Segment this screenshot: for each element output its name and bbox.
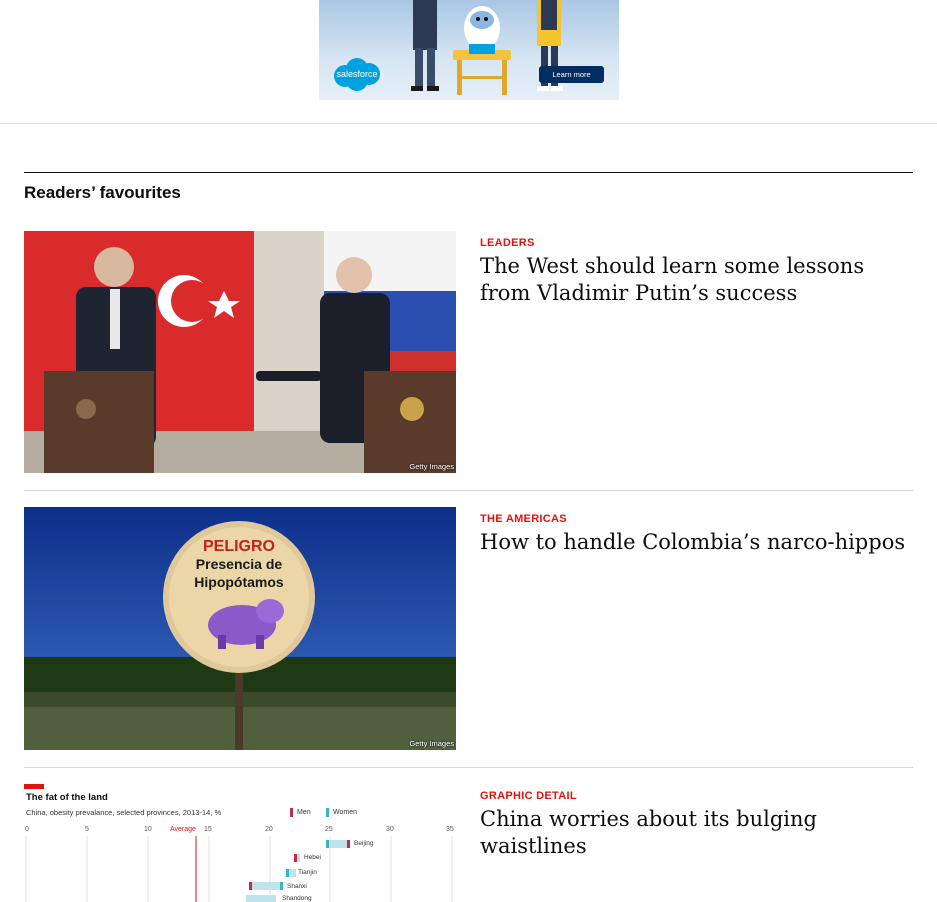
chart-tick: 0 (25, 826, 29, 833)
article-headline[interactable]: China worries about its bulging waistlin… (480, 806, 910, 860)
article-kicker[interactable]: THE AMERICAS (480, 513, 567, 525)
sign-line-2: Presencia de (196, 556, 283, 572)
chart-province-label: Beijing (354, 840, 374, 847)
chart-province-label: Shanxi (287, 883, 307, 890)
chart-legend-women: Women (333, 809, 357, 816)
ad-person-illustration (411, 0, 439, 91)
chart-subtitle: China, obesity prevalance, selected prov… (26, 808, 222, 817)
hippo-sign-photo: PELIGRO Presencia de Hipopótamos (24, 507, 456, 750)
section-top-rule (24, 172, 913, 173)
sign-line-1: PELIGRO (203, 538, 275, 555)
article-headline[interactable]: How to handle Colombia’s narco-hippos (480, 529, 910, 556)
chart-tick: 5 (85, 826, 89, 833)
chart-average-label: Average (170, 826, 196, 833)
article-card[interactable]: The fat of the land China, obesity preva… (24, 784, 913, 902)
chart-title: The fat of the land (26, 792, 108, 803)
salesforce-logo-text: salesforce (336, 69, 378, 79)
article-headline[interactable]: The West should learn some lessons from … (480, 253, 910, 307)
learn-more-button[interactable]: Learn more (539, 66, 604, 83)
ad-banner-area: salesforce Learn more (0, 0, 937, 124)
chart-legend-men: Men (297, 809, 311, 816)
chart-tick: 25 (325, 826, 333, 833)
image-credit: Getty Images (409, 462, 454, 471)
chart-province-label: Tianjin (298, 869, 317, 876)
article-divider (24, 490, 913, 491)
article-image[interactable]: Getty Images (24, 231, 456, 473)
ad-mascot-illustration (464, 6, 500, 54)
section-title: Readers’ favourites (24, 183, 181, 202)
image-credit: Getty Images (409, 739, 454, 748)
chart-tick: 15 (204, 826, 212, 833)
article-image[interactable]: The fat of the land China, obesity preva… (24, 784, 456, 902)
leaders-meeting-photo (24, 231, 456, 473)
chart-tick: 35 (446, 826, 454, 833)
article-image[interactable]: PELIGRO Presencia de Hipopótamos Getty I… (24, 507, 456, 750)
advertisement[interactable]: salesforce Learn more (319, 0, 619, 100)
article-divider (24, 767, 913, 768)
article-card[interactable]: Getty Images LEADERS The West should lea… (24, 231, 913, 491)
chart-tick: 20 (265, 826, 273, 833)
chart-tick: 10 (144, 826, 152, 833)
chart-tick: 30 (386, 826, 394, 833)
article-kicker[interactable]: LEADERS (480, 237, 535, 249)
article-kicker[interactable]: GRAPHIC DETAIL (480, 790, 577, 802)
sign-line-3: Hipopótamos (194, 574, 284, 590)
article-card[interactable]: PELIGRO Presencia de Hipopótamos Getty I… (24, 507, 913, 768)
chart-province-label: Shandong (282, 895, 312, 902)
chart-province-label: Hebei (304, 854, 321, 861)
